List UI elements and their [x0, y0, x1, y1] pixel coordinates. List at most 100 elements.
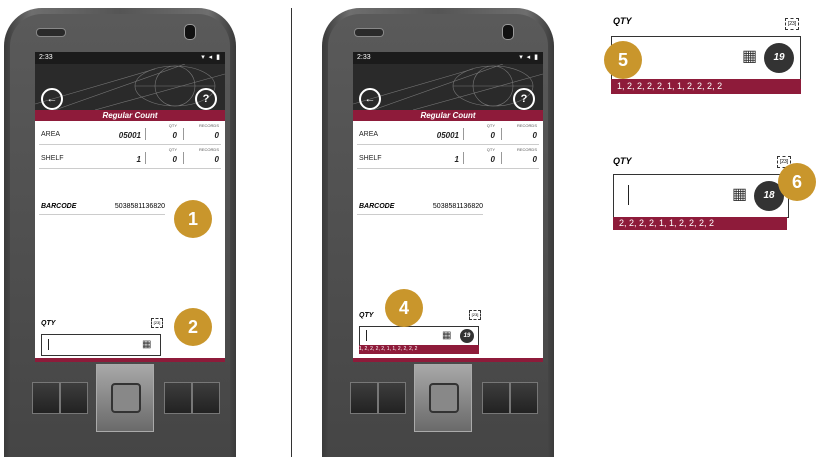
shelf-row[interactable]: SHELF 1 QTY 0 RECORDS 0 [39, 146, 221, 169]
text-caret [48, 339, 49, 350]
page-title: Regular Count [353, 110, 543, 121]
divider [463, 128, 464, 140]
area-qty-header: QTY [168, 123, 177, 128]
area-records-header: RECORDS [516, 123, 537, 128]
shelf-qty-header: QTY [168, 147, 177, 152]
barcode-label: BARCODE [359, 203, 395, 210]
bottom-accent-bar [35, 358, 225, 362]
calculator-icon[interactable]: ▦ [442, 331, 452, 341]
area-records-value: 0 [532, 131, 537, 140]
page-title: Regular Count [35, 110, 225, 121]
hardware-key[interactable] [164, 382, 192, 414]
hardware-key[interactable] [510, 382, 538, 414]
right-device: 2:33 ▾ ◂ ▮ ← ? Regular Count AREA 05001 [322, 8, 554, 457]
status-bar: 2:33 ▾ ◂ ▮ [35, 52, 225, 64]
back-icon[interactable]: ← [41, 88, 63, 110]
area-row[interactable]: AREA 05001 QTY 0 RECORDS 0 [357, 122, 539, 145]
shelf-records-value: 0 [214, 155, 219, 164]
area-row[interactable]: AREA 05001 QTY 0 RECORDS 0 [39, 122, 221, 145]
help-icon[interactable]: ? [513, 88, 535, 110]
calculator-icon[interactable]: ▦ [732, 187, 748, 203]
step-1-badge: 1 [174, 200, 212, 238]
barcode-value: 5038581136820 [114, 203, 165, 210]
calculator-icon[interactable]: ▦ [742, 49, 758, 65]
divider [145, 128, 146, 140]
status-icons: ▾ ◂ ▮ [201, 54, 221, 61]
qty-label: QTY [359, 312, 374, 319]
header-graphic: ← ? [35, 64, 225, 110]
barcode-label: BARCODE [41, 203, 77, 210]
qty-input[interactable]: ▦ 19 [359, 326, 479, 346]
count-badge: 19 [460, 329, 474, 343]
hardware-key[interactable] [350, 382, 378, 414]
area-value: 05001 [436, 131, 459, 140]
area-label: AREA [41, 131, 61, 138]
hardware-key[interactable] [32, 382, 60, 414]
shelf-records-header: RECORDS [516, 147, 537, 152]
area-qty-value: 0 [490, 131, 495, 140]
area-qty-value: 0 [172, 131, 177, 140]
hardware-key[interactable] [60, 382, 88, 414]
dpad-center-button[interactable] [429, 383, 459, 413]
shelf-row[interactable]: SHELF 1 QTY 0 RECORDS 0 [357, 146, 539, 169]
barcode-row[interactable]: BARCODE 5038581136820 [39, 200, 165, 215]
status-bar: 2:33 ▾ ◂ ▮ [353, 52, 543, 64]
divider [501, 152, 502, 164]
step-6-badge: 6 [778, 163, 816, 201]
area-qty-header: QTY [486, 123, 495, 128]
calculator-icon[interactable]: ▦ [142, 340, 152, 350]
step-4-badge: 4 [385, 289, 423, 327]
text-caret [366, 330, 367, 341]
count-badge: 19 [764, 43, 794, 73]
area-value: 05001 [118, 131, 141, 140]
hardware-key[interactable] [192, 382, 220, 414]
sequence-bar: 2, 2, 2, 2, 1, 1, 2, 2, 2, 2 [613, 217, 787, 230]
divider [183, 152, 184, 164]
dpad[interactable] [414, 364, 472, 432]
camera-icon [502, 24, 514, 40]
hardware-keys [328, 364, 548, 457]
speaker [354, 28, 384, 37]
shelf-value: 1 [136, 155, 141, 164]
area-label: AREA [359, 131, 379, 138]
hardware-key[interactable] [482, 382, 510, 414]
shelf-qty-value: 0 [490, 155, 495, 164]
divider [501, 128, 502, 140]
scan-icon[interactable]: [23] [151, 318, 163, 328]
area-records-value: 0 [214, 131, 219, 140]
header-graphic: ← ? [353, 64, 543, 110]
divider [463, 152, 464, 164]
barcode-row[interactable]: BARCODE 5038581136820 [357, 200, 483, 215]
shelf-records-value: 0 [532, 155, 537, 164]
step-5-badge: 5 [604, 41, 642, 79]
qty-label: QTY [41, 320, 56, 327]
scan-icon[interactable]: [23] [469, 310, 481, 320]
dpad[interactable] [96, 364, 154, 432]
shelf-value: 1 [454, 155, 459, 164]
area-records-header: RECORDS [198, 123, 219, 128]
scan-icon[interactable]: [23] [785, 18, 799, 30]
right-screen: 2:33 ▾ ◂ ▮ ← ? Regular Count AREA 05001 [353, 52, 543, 362]
camera-icon [184, 24, 196, 40]
qty-input[interactable]: ▦ 18 [613, 174, 789, 218]
qty-input[interactable]: ▦ [41, 334, 161, 356]
status-time: 2:33 [357, 54, 371, 61]
sequence-bar: 1, 2, 2, 2, 2, 1, 1, 2, 2, 2, 2 [611, 79, 801, 94]
zoom-panel-bottom: QTY [23] ▦ 18 2, 2, 2, 2, 1, 1, 2, 2, 2,… [611, 150, 797, 230]
step-2-badge: 2 [174, 308, 212, 346]
qty-label: QTY [613, 16, 632, 26]
sequence-bar: 1, 2, 2, 2, 2, 1, 1, 2, 2, 2, 2 [359, 345, 479, 354]
status-icons: ▾ ◂ ▮ [519, 54, 539, 61]
dpad-center-button[interactable] [111, 383, 141, 413]
status-time: 2:33 [39, 54, 53, 61]
shelf-qty-value: 0 [172, 155, 177, 164]
help-icon[interactable]: ? [195, 88, 217, 110]
bottom-accent-bar [353, 358, 543, 362]
shelf-qty-header: QTY [486, 147, 495, 152]
shelf-label: SHELF [41, 155, 64, 162]
back-icon[interactable]: ← [359, 88, 381, 110]
hardware-key[interactable] [378, 382, 406, 414]
hardware-keys [10, 364, 230, 457]
text-caret [628, 185, 629, 205]
speaker [36, 28, 66, 37]
